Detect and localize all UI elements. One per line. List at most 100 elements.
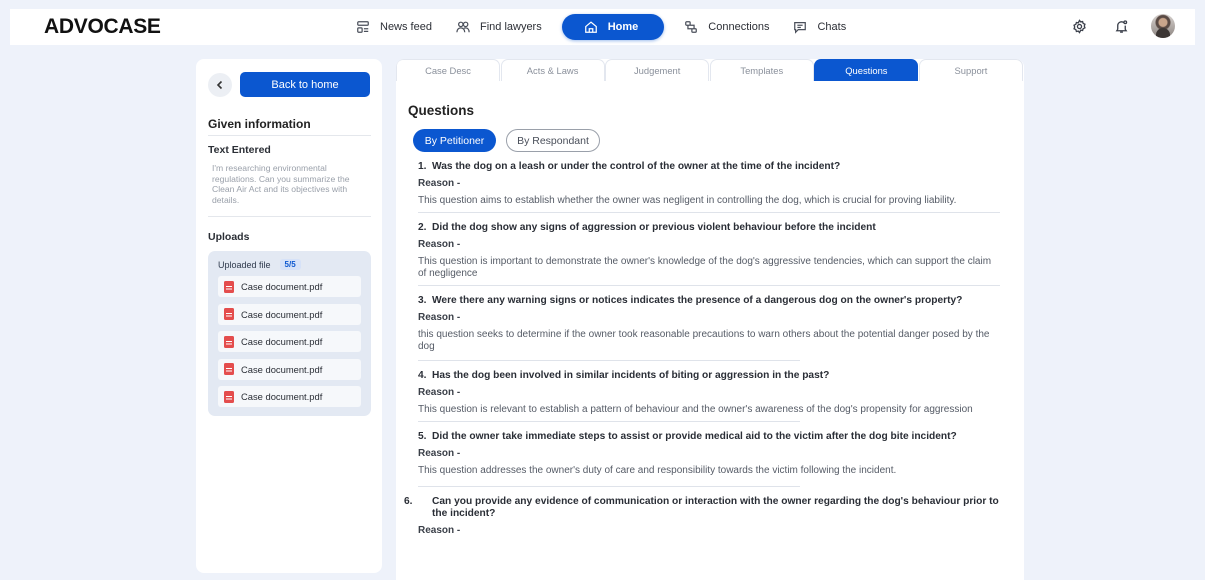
file-name: Case document.pdf bbox=[241, 308, 323, 320]
chats-icon bbox=[794, 22, 807, 34]
tab-judgement[interactable]: Judgement bbox=[605, 59, 710, 81]
uploads-label: Uploads bbox=[208, 231, 250, 243]
find-lawyers-icon bbox=[456, 21, 470, 33]
news-feed-icon bbox=[357, 21, 369, 33]
reason-label: Reason - bbox=[418, 312, 461, 323]
text-entered-label: Text Entered bbox=[208, 144, 271, 156]
tab-support[interactable]: Support bbox=[918, 59, 1023, 81]
questions-title: Questions bbox=[408, 103, 475, 118]
nav-connections-label: Connections bbox=[708, 21, 770, 33]
uploaded-count-badge: 5/5 bbox=[279, 259, 301, 270]
reason-label: Reason - bbox=[418, 387, 461, 398]
uploaded-file-item[interactable]: Case document.pdf bbox=[218, 358, 361, 380]
question-text: 4. Has the dog been involved in similar i… bbox=[418, 370, 1000, 382]
question-number: 3. bbox=[418, 295, 427, 306]
text-entered-value: I'm researching environmental regulation… bbox=[212, 163, 350, 205]
nav-news-feed[interactable]: News feed bbox=[344, 14, 444, 40]
connections-icon bbox=[685, 21, 698, 33]
filter-by-petitioner-button[interactable]: By Petitioner bbox=[413, 129, 496, 152]
tab-case-desc[interactable]: Case Desc bbox=[396, 59, 500, 81]
reason-text: This question aims to establish whether … bbox=[418, 195, 957, 206]
reason-label: Reason - bbox=[418, 178, 461, 189]
question-number: 2. bbox=[418, 222, 427, 233]
question-item: 4. Has the dog been involved in similar i… bbox=[418, 370, 1000, 422]
back-arrow-button[interactable] bbox=[208, 72, 232, 97]
tab-templates[interactable]: Templates bbox=[709, 59, 814, 81]
settings-gear-icon bbox=[1072, 18, 1086, 34]
question-text: 6. Can you provide any evidence of commun… bbox=[404, 496, 1000, 520]
question-item: 1. Was the dog on a leash or under the co… bbox=[418, 161, 1000, 213]
tab-questions[interactable]: Questions bbox=[814, 59, 919, 81]
pdf-file-icon bbox=[224, 335, 234, 348]
nav-home[interactable]: Home bbox=[561, 14, 665, 40]
user-avatar[interactable] bbox=[1151, 14, 1175, 38]
questions-list: 1. Was the dog on a leash or under the co… bbox=[404, 161, 1000, 537]
question-number: 5. bbox=[418, 431, 427, 442]
pdf-file-icon bbox=[224, 363, 234, 375]
back-to-home-button[interactable]: Back to home bbox=[240, 72, 370, 97]
case-tabs: Case Desc Acts & Laws Judgement Template… bbox=[396, 59, 1024, 81]
advocase-logo[interactable]: ADVOCASE bbox=[44, 15, 161, 39]
top-navigation-bar: ADVOCASE News feed Find lawyers Home Con… bbox=[10, 9, 1195, 45]
pdf-file-icon bbox=[224, 390, 234, 403]
file-name: Case document.pdf bbox=[241, 391, 323, 402]
nav-find-lawyers-label: Find lawyers bbox=[479, 21, 542, 33]
question-item: 5. Did the owner take immediate steps to … bbox=[418, 431, 1000, 487]
question-body: Can you provide any evidence of communic… bbox=[432, 496, 999, 519]
nav-find-lawyers[interactable]: Find lawyers bbox=[444, 14, 554, 40]
reason-text: This question addresses the owner's duty… bbox=[418, 465, 897, 476]
question-number: 1. bbox=[418, 161, 427, 172]
question-text: 1. Was the dog on a leash or under the co… bbox=[418, 161, 1000, 173]
question-body: Were there any warning signs or notices … bbox=[432, 295, 963, 306]
reason-label: Reason - bbox=[418, 525, 461, 536]
reason-text: This question is relevant to establish a… bbox=[418, 404, 973, 415]
question-item: 3. Were there any warning signs or notice… bbox=[418, 295, 1000, 361]
question-text: 3. Were there any warning signs or notice… bbox=[418, 295, 1000, 307]
main-content-panel: Case Desc Acts & Laws Judgement Template… bbox=[396, 59, 1024, 580]
pdf-file-icon bbox=[224, 308, 234, 320]
uploaded-file-header: Uploaded file 5/5 bbox=[218, 259, 301, 270]
divider bbox=[208, 216, 371, 217]
nav-connections[interactable]: Connections bbox=[672, 14, 781, 40]
nav-chats[interactable]: Chats bbox=[781, 14, 858, 40]
file-name: Case document.pdf bbox=[241, 336, 323, 347]
notifications-button[interactable] bbox=[1109, 14, 1133, 38]
uploaded-file-item[interactable]: Case document.pdf bbox=[218, 331, 361, 352]
question-divider bbox=[418, 421, 800, 422]
filter-by-respondant-button[interactable]: By Respondant bbox=[506, 129, 600, 152]
nav-right-actions bbox=[1067, 14, 1175, 38]
reason-text: this question seeks to determine if the … bbox=[418, 329, 990, 352]
uploads-box: Uploaded file 5/5 Case document.pdf Case… bbox=[208, 251, 371, 416]
given-information-panel: Back to home Given information Text Ente… bbox=[196, 59, 382, 573]
question-body: Has the dog been involved in similar inc… bbox=[432, 370, 830, 381]
question-text: 5. Did the owner take immediate steps to … bbox=[418, 431, 1000, 443]
question-item: 2. Did the dog show any signs of aggressi… bbox=[418, 222, 1000, 286]
question-divider bbox=[418, 285, 1000, 286]
reason-label: Reason - bbox=[418, 239, 461, 250]
tab-acts-laws[interactable]: Acts & Laws bbox=[500, 59, 605, 81]
uploaded-file-item[interactable]: Case document.pdf bbox=[218, 386, 361, 407]
divider bbox=[208, 135, 371, 136]
question-divider bbox=[418, 360, 800, 361]
uploaded-file-item[interactable]: Case document.pdf bbox=[218, 276, 361, 297]
reason-label: Reason - bbox=[418, 448, 461, 459]
uploaded-file-item[interactable]: Case document.pdf bbox=[218, 303, 361, 325]
pdf-file-icon bbox=[224, 280, 234, 293]
question-body: Did the owner take immediate steps to as… bbox=[432, 431, 957, 442]
home-icon bbox=[584, 21, 597, 33]
file-name: Case document.pdf bbox=[241, 281, 323, 292]
main-nav: News feed Find lawyers Home Connections … bbox=[344, 14, 858, 40]
question-number: 4. bbox=[418, 370, 427, 381]
reason-text: This question is important to demonstrat… bbox=[418, 256, 992, 279]
nav-chats-label: Chats bbox=[817, 21, 847, 33]
question-divider bbox=[418, 212, 1000, 213]
question-number: 6. bbox=[404, 496, 413, 507]
nav-news-feed-label: News feed bbox=[380, 21, 432, 33]
chevron-left-icon bbox=[216, 80, 223, 89]
nav-home-label: Home bbox=[607, 21, 639, 33]
back-row: Back to home bbox=[208, 72, 370, 97]
given-information-title: Given information bbox=[208, 117, 311, 131]
question-item: 6. Can you provide any evidence of commun… bbox=[404, 496, 1000, 537]
settings-button[interactable] bbox=[1067, 14, 1091, 38]
notification-bell-icon bbox=[1115, 19, 1127, 33]
